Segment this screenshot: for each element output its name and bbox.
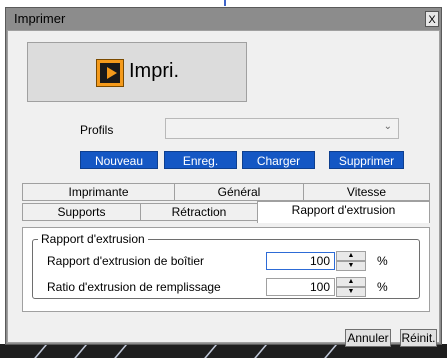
stepper-up-icon[interactable]: ▲ <box>336 251 366 261</box>
profiles-dropdown[interactable]: ⌄ <box>165 118 399 139</box>
load-profile-button[interactable]: Charger <box>242 151 315 169</box>
save-profile-button[interactable]: Enreg. <box>164 151 237 169</box>
window-title: Imprimer <box>14 11 66 26</box>
tab-speed[interactable]: Vitesse <box>303 183 430 201</box>
shell-extrusion-label: Rapport d'extrusion de boîtier <box>47 254 205 268</box>
infill-extrusion-label: Ratio d'extrusion de remplissage <box>47 280 221 294</box>
dialog-content: Impri. Profils ⌄ Nouveau Enreg. Charger … <box>7 30 440 347</box>
background-line <box>224 0 226 6</box>
play-icon <box>96 59 124 87</box>
tab-supports[interactable]: Supports <box>22 203 141 221</box>
tab-panel-extrusion-ratio: Rapport d'extrusion Rapport d'extrusion … <box>22 227 430 312</box>
profiles-label: Profils <box>80 123 114 137</box>
shell-extrusion-input[interactable]: 100 <box>266 252 335 270</box>
reset-button[interactable]: Réinit. <box>400 329 437 347</box>
print-dialog: Imprimer X Impri. Profils ⌄ Nouveau Enre… <box>5 7 442 347</box>
tab-printer[interactable]: Imprimante <box>22 183 175 201</box>
infill-extrusion-stepper[interactable]: ▲ ▼ <box>336 277 366 297</box>
new-profile-button[interactable]: Nouveau <box>80 151 158 169</box>
cancel-button[interactable]: Annuler <box>345 329 391 347</box>
shell-extrusion-unit: % <box>377 254 388 268</box>
group-title: Rapport d'extrusion <box>38 232 148 246</box>
stepper-down-icon[interactable]: ▼ <box>336 287 366 297</box>
extrusion-ratio-group: Rapport d'extrusion Rapport d'extrusion … <box>32 232 420 299</box>
close-button[interactable]: X <box>425 11 439 27</box>
tab-general[interactable]: Général <box>174 183 304 201</box>
delete-profile-button[interactable]: Supprimer <box>329 151 404 169</box>
stepper-up-icon[interactable]: ▲ <box>336 277 366 287</box>
infill-extrusion-unit: % <box>377 280 388 294</box>
chevron-down-icon: ⌄ <box>383 121 392 132</box>
tab-extrusion-ratio[interactable]: Rapport d'extrusion <box>257 201 430 223</box>
tab-retraction[interactable]: Rétraction <box>140 203 258 221</box>
print-button-label: Impri. <box>129 60 179 82</box>
title-bar[interactable]: Imprimer X <box>6 8 441 30</box>
shell-extrusion-stepper[interactable]: ▲ ▼ <box>336 251 366 271</box>
infill-extrusion-input[interactable]: 100 <box>266 278 335 296</box>
stepper-down-icon[interactable]: ▼ <box>336 261 366 271</box>
print-button[interactable]: Impri. <box>27 42 247 102</box>
